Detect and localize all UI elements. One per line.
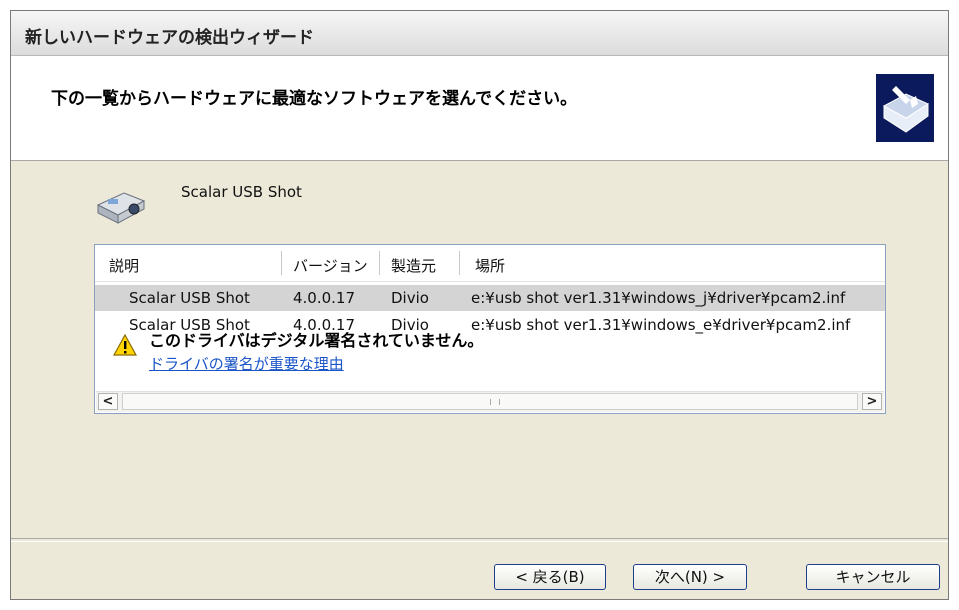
unsigned-driver-warning: このドライバはデジタル署名されていません。 bbox=[149, 331, 484, 350]
column-separator[interactable] bbox=[459, 251, 460, 275]
thumb-grip-icon bbox=[490, 399, 500, 405]
scrollbar-thumb[interactable] bbox=[122, 393, 858, 410]
content-area: Scalar USB Shot 説明 バージョン 製造元 場所 Scalar U… bbox=[11, 161, 948, 541]
wizard-header: 下の一覧からハードウェアに最適なソフトウェアを選んでください。 bbox=[11, 56, 948, 161]
list-header: 説明 バージョン 製造元 場所 bbox=[95, 245, 885, 282]
cell-description: Scalar USB Shot bbox=[129, 289, 250, 307]
column-manufacturer[interactable]: 製造元 bbox=[391, 255, 436, 276]
hardware-wizard-icon bbox=[876, 74, 934, 142]
signing-info-link[interactable]: ドライバの署名が重要な理由 bbox=[149, 353, 344, 374]
page-heading: 下の一覧からハードウェアに最適なソフトウェアを選んでください。 bbox=[51, 89, 578, 109]
title-bar: 新しいハードウェアの検出ウィザード bbox=[11, 11, 948, 56]
cell-version: 4.0.0.17 bbox=[293, 289, 356, 307]
window-title: 新しいハードウェアの検出ウィザード bbox=[25, 28, 314, 48]
column-separator[interactable] bbox=[281, 251, 282, 275]
column-description[interactable]: 説明 bbox=[109, 255, 139, 276]
cancel-button[interactable]: キャンセル bbox=[806, 564, 940, 590]
cell-location: e:¥usb shot ver1.31¥windows_j¥driver¥pca… bbox=[471, 289, 846, 307]
warning-icon bbox=[113, 334, 137, 356]
cell-location: e:¥usb shot ver1.31¥windows_e¥driver¥pca… bbox=[471, 316, 851, 334]
cell-manufacturer: Divio bbox=[391, 289, 429, 307]
next-button[interactable]: 次へ(N) > bbox=[633, 564, 747, 590]
driver-row-selected[interactable]: Scalar USB Shot 4.0.0.17 Divio e:¥usb sh… bbox=[95, 285, 885, 311]
device-name: Scalar USB Shot bbox=[181, 183, 302, 201]
column-location[interactable]: 場所 bbox=[475, 255, 505, 276]
wizard-window: 新しいハードウェアの検出ウィザード 下の一覧からハードウェアに最適なソフトウェア… bbox=[10, 10, 949, 600]
scroll-left-button[interactable]: < bbox=[98, 393, 118, 410]
camera-device-icon bbox=[96, 192, 146, 224]
scroll-right-button[interactable]: > bbox=[862, 393, 882, 410]
column-version[interactable]: バージョン bbox=[293, 255, 368, 276]
footer-divider bbox=[11, 538, 948, 542]
column-separator[interactable] bbox=[379, 251, 380, 275]
horizontal-scrollbar[interactable]: < > bbox=[96, 391, 884, 412]
back-button[interactable]: < 戻る(B) bbox=[494, 564, 606, 590]
